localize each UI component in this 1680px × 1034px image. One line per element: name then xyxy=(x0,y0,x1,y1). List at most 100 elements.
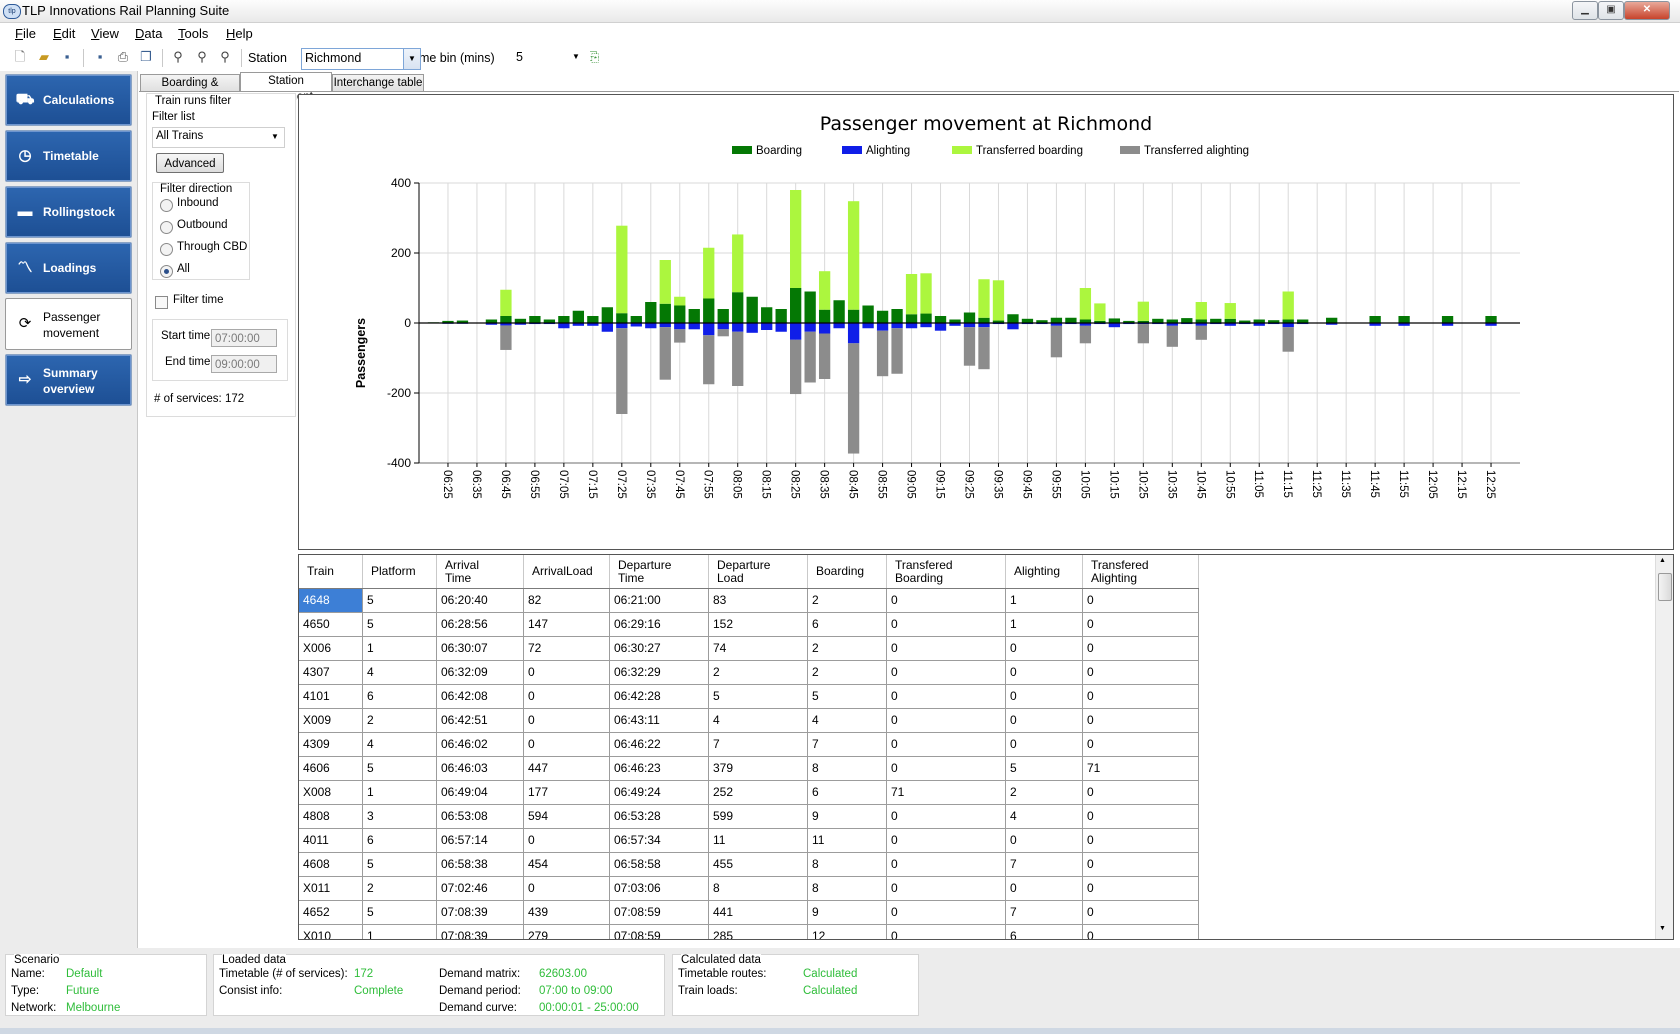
table-cell[interactable]: 06:30:27 xyxy=(609,636,709,661)
table-cell[interactable]: 0 xyxy=(1082,660,1199,685)
table-cell[interactable]: 0 xyxy=(1005,708,1083,733)
scroll-up-icon[interactable]: ▲ xyxy=(1659,557,1666,564)
table-cell[interactable]: 8 xyxy=(708,876,808,901)
table-cell[interactable]: 147 xyxy=(523,612,610,637)
table-row[interactable]: 4608 5 06:58:38 454 06:58:58 455 8 0 7 0 xyxy=(299,852,1199,877)
table-cell[interactable]: 1 xyxy=(362,924,437,939)
column-header[interactable]: Boarding xyxy=(807,555,887,589)
table-cell[interactable]: 74 xyxy=(708,636,808,661)
table-cell[interactable]: 455 xyxy=(708,852,808,877)
table-cell[interactable]: 285 xyxy=(708,924,808,939)
table-cell[interactable]: 0 xyxy=(886,588,1006,613)
table-cell[interactable]: 5 xyxy=(362,756,437,781)
table-row[interactable]: 4309 4 06:46:02 0 06:46:22 7 7 0 0 0 xyxy=(299,732,1199,757)
table-cell[interactable]: 0 xyxy=(1005,828,1083,853)
nav-button-calculations[interactable]: ⛟ Calculations xyxy=(5,74,132,126)
open-folder-icon[interactable]: ▰ xyxy=(36,49,52,65)
table-row[interactable]: 4606 5 06:46:03 447 06:46:23 379 8 0 5 71 xyxy=(299,756,1199,781)
table-cell[interactable]: 06:42:51 xyxy=(436,708,524,733)
table-cell[interactable]: 6 xyxy=(807,612,887,637)
table-cell[interactable]: 4608 xyxy=(299,852,363,877)
table-cell[interactable]: 0 xyxy=(886,756,1006,781)
table-cell[interactable]: 0 xyxy=(886,636,1006,661)
table-cell[interactable]: 5 xyxy=(362,612,437,637)
table-cell[interactable]: 4101 xyxy=(299,684,363,709)
table-cell[interactable]: 06:46:23 xyxy=(609,756,709,781)
table-cell[interactable]: 07:02:46 xyxy=(436,876,524,901)
menu-file[interactable]: File xyxy=(15,26,36,41)
table-row[interactable]: 4652 5 07:08:39 439 07:08:59 441 9 0 7 0 xyxy=(299,900,1199,925)
menu-edit[interactable]: Edit xyxy=(53,26,75,41)
table-cell[interactable]: X006 xyxy=(299,636,363,661)
table-cell[interactable]: 07:08:59 xyxy=(609,900,709,925)
table-cell[interactable]: 0 xyxy=(886,660,1006,685)
table-row[interactable]: 4808 3 06:53:08 594 06:53:28 599 9 0 4 0 xyxy=(299,804,1199,829)
table-cell[interactable]: 5 xyxy=(362,852,437,877)
nav-button-rollingstock[interactable]: ▬ Rollingstock xyxy=(5,186,132,238)
table-cell[interactable]: 1 xyxy=(1005,612,1083,637)
table-cell[interactable]: 0 xyxy=(886,684,1006,709)
table-cell[interactable]: 2 xyxy=(807,588,887,613)
table-cell[interactable]: 0 xyxy=(1005,876,1083,901)
table-cell[interactable]: 0 xyxy=(886,900,1006,925)
tab-boarding-alighting[interactable]: Boarding & Alighting xyxy=(140,74,240,105)
table-cell[interactable]: 0 xyxy=(1082,636,1199,661)
zoom-in-icon[interactable]: ⚲ xyxy=(194,49,210,65)
table-cell[interactable]: 4 xyxy=(362,732,437,757)
table-cell[interactable]: 0 xyxy=(886,924,1006,939)
table-cell[interactable]: 0 xyxy=(1082,708,1199,733)
table-cell[interactable]: 06:49:24 xyxy=(609,780,709,805)
radio-inbound[interactable] xyxy=(160,199,173,212)
table-cell[interactable]: 0 xyxy=(1082,684,1199,709)
table-cell[interactable]: 0 xyxy=(886,876,1006,901)
table-cell[interactable]: 441 xyxy=(708,900,808,925)
table-cell[interactable]: 5 xyxy=(807,684,887,709)
table-cell[interactable]: 4309 xyxy=(299,732,363,757)
table-cell[interactable]: 06:49:04 xyxy=(436,780,524,805)
table-cell[interactable]: 0 xyxy=(523,732,610,757)
table-cell[interactable]: 0 xyxy=(1082,900,1199,925)
station-select[interactable]: Richmond ▼ xyxy=(301,48,421,70)
table-cell[interactable]: 0 xyxy=(1005,732,1083,757)
menu-tools[interactable]: Tools xyxy=(178,26,208,41)
table-cell[interactable]: 06:32:29 xyxy=(609,660,709,685)
table-cell[interactable]: 06:42:08 xyxy=(436,684,524,709)
table-cell[interactable]: 4 xyxy=(807,708,887,733)
table-row[interactable]: 4101 6 06:42:08 0 06:42:28 5 5 0 0 0 xyxy=(299,684,1199,709)
scrollbar-thumb[interactable] xyxy=(1658,573,1672,601)
table-cell[interactable]: 4808 xyxy=(299,804,363,829)
table-cell[interactable]: 4652 xyxy=(299,900,363,925)
table-cell[interactable]: 2 xyxy=(807,660,887,685)
table-cell[interactable]: 06:58:38 xyxy=(436,852,524,877)
table-cell[interactable]: 7 xyxy=(708,732,808,757)
column-header[interactable]: Alighting xyxy=(1005,555,1083,589)
scroll-down-icon[interactable]: ▼ xyxy=(1659,925,1666,932)
table-cell[interactable]: 1 xyxy=(362,780,437,805)
table-row[interactable]: X009 2 06:42:51 0 06:43:11 4 4 0 0 0 xyxy=(299,708,1199,733)
table-cell[interactable]: 447 xyxy=(523,756,610,781)
nav-button-summary-overview[interactable]: ⇨ Summary overview xyxy=(5,354,132,406)
tab-interchange-table[interactable]: Interchange table xyxy=(332,74,424,91)
tab-station-movement[interactable]: Station movement xyxy=(240,72,332,103)
column-header[interactable]: ArrivalLoad xyxy=(523,555,610,589)
table-cell[interactable]: 07:08:59 xyxy=(609,924,709,939)
table-cell[interactable]: 71 xyxy=(1082,756,1199,781)
table-cell[interactable]: 0 xyxy=(886,708,1006,733)
menu-view[interactable]: View xyxy=(91,26,119,41)
zoom-out-icon[interactable]: ⚲ xyxy=(217,49,233,65)
nav-button-timetable[interactable]: ◷ Timetable xyxy=(5,130,132,182)
table-cell[interactable]: 0 xyxy=(523,876,610,901)
table-cell[interactable]: 4 xyxy=(708,708,808,733)
table-cell[interactable]: 06:57:34 xyxy=(609,828,709,853)
table-cell[interactable]: 0 xyxy=(1005,636,1083,661)
table-cell[interactable]: 177 xyxy=(523,780,610,805)
close-button[interactable]: ✕ xyxy=(1624,1,1670,20)
table-row[interactable]: X006 1 06:30:07 72 06:30:27 74 2 0 0 0 xyxy=(299,636,1199,661)
table-cell[interactable]: 07:03:06 xyxy=(609,876,709,901)
table-cell[interactable]: 5 xyxy=(362,900,437,925)
table-cell[interactable]: 06:30:07 xyxy=(436,636,524,661)
table-cell[interactable]: 07:08:39 xyxy=(436,900,524,925)
menu-data[interactable]: Data xyxy=(135,26,162,41)
radio-outbound[interactable] xyxy=(160,221,173,234)
column-header[interactable]: Departure Time xyxy=(609,555,709,589)
